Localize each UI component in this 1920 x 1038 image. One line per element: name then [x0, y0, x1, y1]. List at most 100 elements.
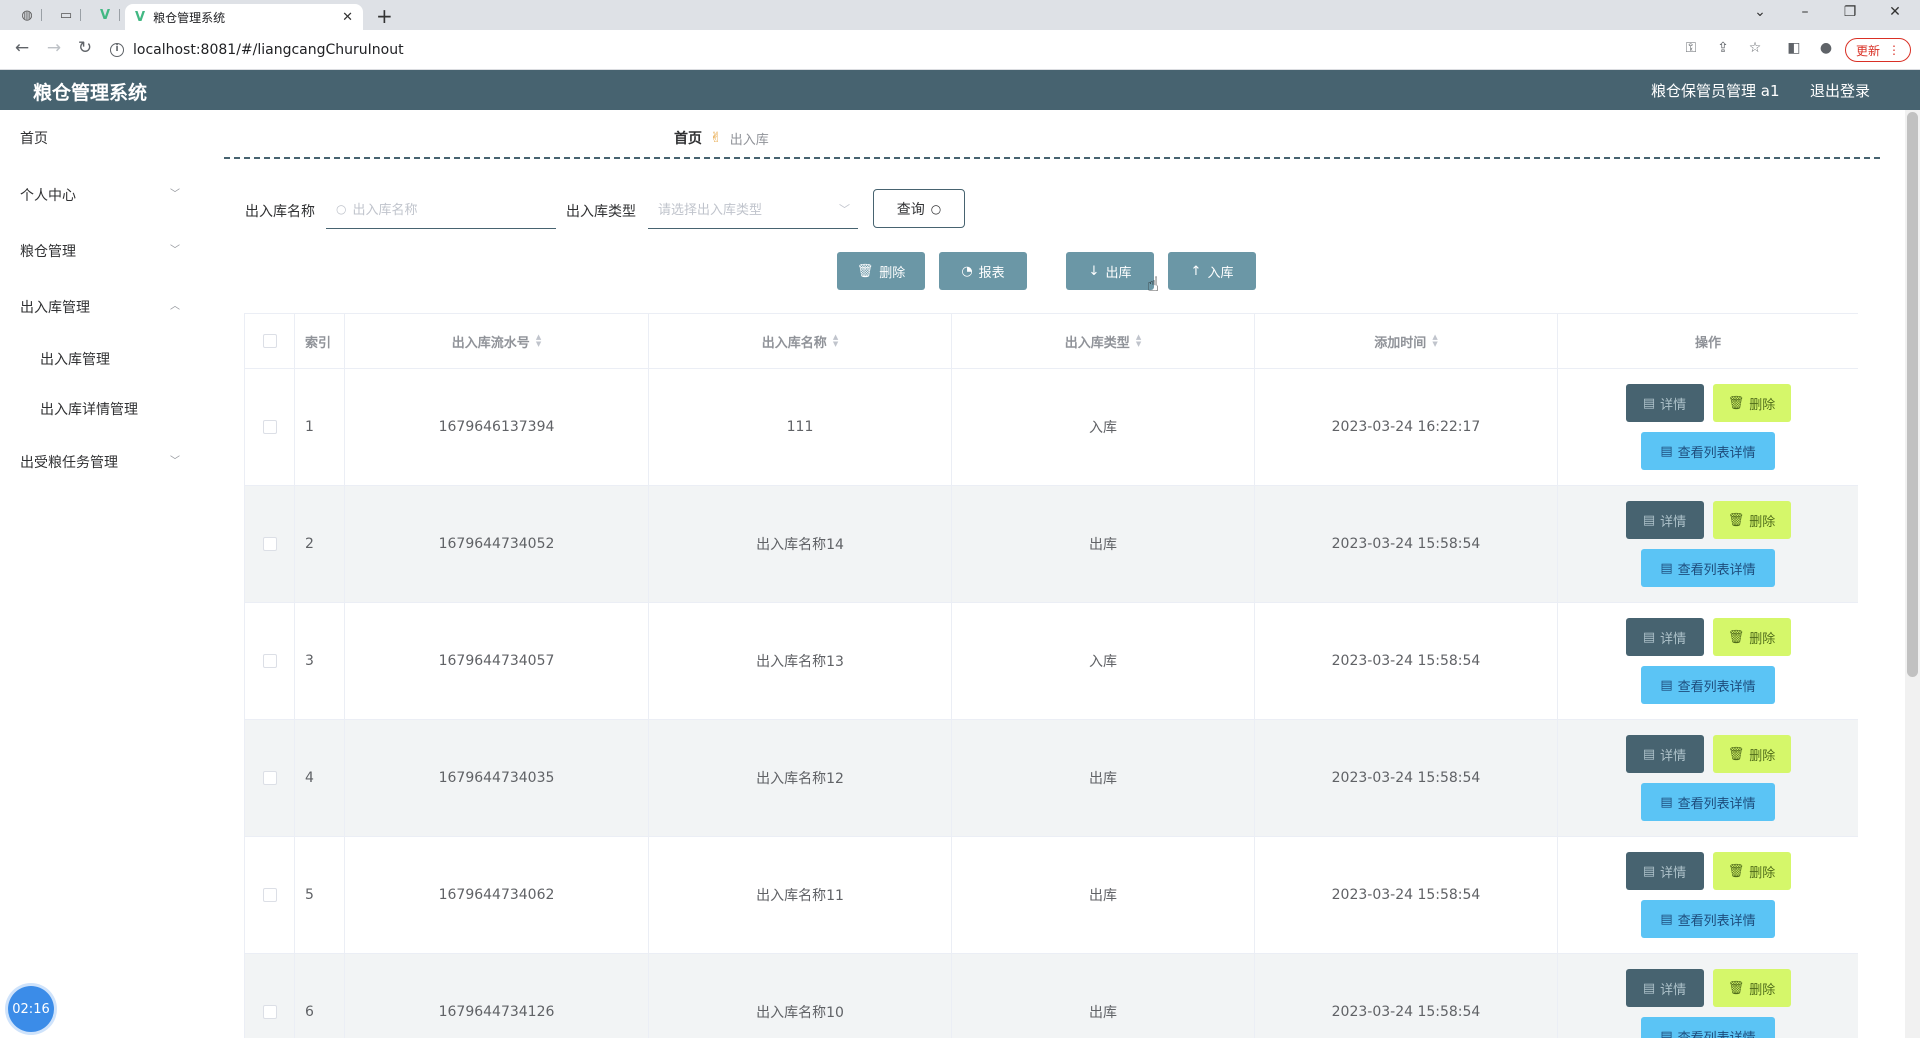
row-checkbox[interactable] — [262, 654, 277, 668]
reload-icon[interactable]: ↻ — [73, 38, 97, 58]
row-checkbox[interactable] — [262, 537, 277, 551]
profile-icon[interactable]: ● — [1815, 40, 1837, 56]
row-checkbox[interactable] — [262, 420, 277, 434]
globe-icon[interactable]: ◍ — [14, 3, 42, 27]
search-icon: ○ — [336, 201, 347, 216]
new-tab-icon[interactable]: + — [376, 4, 393, 28]
forward-icon[interactable]: → — [42, 38, 66, 58]
ops-cell: ▤ 详情 🗑 删除 ▤ 查看列表详情 — [1558, 954, 1858, 1038]
trash-icon: 🗑 — [1727, 512, 1745, 528]
share-icon[interactable]: ⇪ — [1712, 40, 1734, 56]
list-detail-button[interactable]: ▤ 查看列表详情 — [1641, 783, 1775, 821]
row-checkbox[interactable] — [262, 771, 277, 785]
sort-icon[interactable]: ▲ ▼ — [1432, 334, 1437, 348]
sidebar-subitem-inout-detail[interactable]: 出入库详情管理 — [40, 399, 138, 419]
document-icon: ▤ — [1642, 395, 1656, 411]
sidebar-item-granary[interactable]: 粮仓管理 ﹀ — [20, 241, 180, 261]
name-search-input[interactable]: ○ 出入库名称 — [326, 189, 556, 229]
vue-icon: V — [135, 9, 146, 25]
index-cell: 3 — [295, 603, 345, 720]
page-scrollbar[interactable] — [1905, 110, 1920, 1038]
active-tab[interactable]: V 粮仓管理系统 ✕ — [125, 4, 363, 30]
chevron-down-icon: ﹀ — [170, 456, 180, 467]
document-icon: ▤ — [1660, 443, 1673, 459]
detail-button[interactable]: ▤ 详情 — [1625, 852, 1704, 890]
detail-button[interactable]: ▤ 详情 — [1625, 969, 1704, 1007]
report-button[interactable]: ◔ 报表 — [939, 252, 1027, 290]
ops-top-group: ▤ 详情 🗑 删除 — [1625, 501, 1791, 539]
vue-tab-icon[interactable]: V — [92, 3, 120, 27]
index-cell: 2 — [295, 486, 345, 603]
list-detail-button[interactable]: ▤ 查看列表详情 — [1641, 666, 1775, 704]
update-button[interactable]: 更新 ⋮ — [1845, 38, 1911, 62]
list-detail-button[interactable]: ▤ 查看列表详情 — [1641, 1017, 1775, 1038]
time-cell: 2023-03-24 16:22:17 — [1255, 369, 1558, 486]
delete-button[interactable]: 🗑 删除 — [1712, 618, 1791, 656]
name-cell: 出入库名称12 — [649, 720, 952, 837]
tab-search-icon[interactable]: ⌄ — [1745, 4, 1775, 20]
restore-icon[interactable]: ❐ — [1835, 4, 1865, 20]
type-select[interactable]: 请选择出入库类型 ﹀ — [648, 189, 858, 229]
hand-icon: ✌ — [710, 130, 722, 146]
delete-button[interactable]: 🗑 删除 — [1712, 735, 1791, 773]
name-placeholder: 出入库名称 — [352, 203, 418, 218]
detail-button[interactable]: ▤ 详情 — [1625, 384, 1704, 422]
select-all-checkbox[interactable] — [262, 334, 277, 348]
ops-group: ▤ 详情 🗑 删除 ▤ 查看列表详情 — [1625, 618, 1791, 704]
blank-tab-icon[interactable]: ▭ — [53, 3, 81, 27]
query-button[interactable]: 查询 ○ — [873, 189, 965, 228]
detail-button[interactable]: ▤ 详情 — [1625, 735, 1704, 773]
sidepanel-icon[interactable]: ◧ — [1783, 40, 1805, 56]
list-detail-label: 查看列表详情 — [1677, 562, 1756, 578]
scroll-thumb[interactable] — [1907, 112, 1918, 677]
key-icon[interactable]: ⚿ — [1680, 40, 1702, 56]
minimize-icon[interactable]: – — [1790, 4, 1820, 20]
breadcrumb: 首页 ✌ 出入库 — [674, 128, 769, 148]
batch-delete-button[interactable]: 🗑 删除 — [837, 252, 925, 290]
name-cell: 111 — [649, 369, 952, 486]
type-header[interactable]: 出入库类型 ▲ ▼ — [952, 314, 1255, 369]
outbound-button[interactable]: ↓ 出库 — [1066, 252, 1154, 290]
select-all-cell — [245, 314, 295, 369]
star-icon[interactable]: ☆ — [1744, 40, 1766, 56]
logout-link[interactable]: 退出登录 — [1810, 80, 1870, 101]
delete-button[interactable]: 🗑 删除 — [1712, 852, 1791, 890]
sort-icon[interactable]: ▲ ▼ — [536, 334, 541, 348]
detail-button[interactable]: ▤ 详情 — [1625, 618, 1704, 656]
delete-button[interactable]: 🗑 删除 — [1712, 384, 1791, 422]
name-cell: 出入库名称10 — [649, 954, 952, 1038]
sidebar-subitem-inout-manage[interactable]: 出入库管理 — [40, 349, 110, 369]
detail-button[interactable]: ▤ 详情 — [1625, 501, 1704, 539]
ops-top-group: ▤ 详情 🗑 删除 — [1625, 852, 1791, 890]
url-field[interactable]: i localhost:8081/#/liangcangChuruInout — [110, 35, 1710, 65]
delete-label: 删除 — [1749, 631, 1776, 647]
trash-icon: 🗑 — [1727, 746, 1745, 762]
window-close-icon[interactable]: ✕ — [1880, 4, 1910, 20]
detail-label: 详情 — [1660, 397, 1687, 413]
list-detail-button[interactable]: ▤ 查看列表详情 — [1641, 549, 1775, 587]
sort-icon[interactable]: ▲ ▼ — [833, 334, 838, 348]
row-checkbox[interactable] — [262, 888, 277, 902]
delete-button[interactable]: 🗑 删除 — [1712, 969, 1791, 1007]
sidebar-item-task[interactable]: 出受粮任务管理 ﹀ — [20, 452, 180, 472]
name-header[interactable]: 出入库名称 ▲ ▼ — [649, 314, 952, 369]
sort-icon[interactable]: ▲ ▼ — [1136, 334, 1141, 348]
site-info-icon[interactable]: i — [110, 43, 124, 57]
index-cell: 1 — [295, 369, 345, 486]
tab-title: 粮仓管理系统 — [153, 10, 226, 25]
list-detail-button[interactable]: ▤ 查看列表详情 — [1641, 900, 1775, 938]
sidebar-item-home[interactable]: 首页 — [20, 128, 180, 148]
delete-label: 删除 — [1749, 748, 1776, 764]
batch-delete-label: 删除 — [879, 265, 906, 281]
back-icon[interactable]: ← — [10, 38, 34, 58]
inbound-button[interactable]: ↑ 入库 — [1168, 252, 1256, 290]
list-detail-button[interactable]: ▤ 查看列表详情 — [1641, 432, 1775, 470]
close-icon[interactable]: ✕ — [342, 10, 353, 25]
delete-button[interactable]: 🗑 删除 — [1712, 501, 1791, 539]
time-header[interactable]: 添加时间 ▲ ▼ — [1255, 314, 1558, 369]
type-cell: 出库 — [952, 486, 1255, 603]
breadcrumb-home[interactable]: 首页 — [674, 128, 702, 148]
serial-header[interactable]: 出入库流水号 ▲ ▼ — [345, 314, 649, 369]
sidebar-item-inout[interactable]: 出入库管理 ︿ — [20, 297, 180, 317]
row-checkbox[interactable] — [262, 1005, 277, 1019]
